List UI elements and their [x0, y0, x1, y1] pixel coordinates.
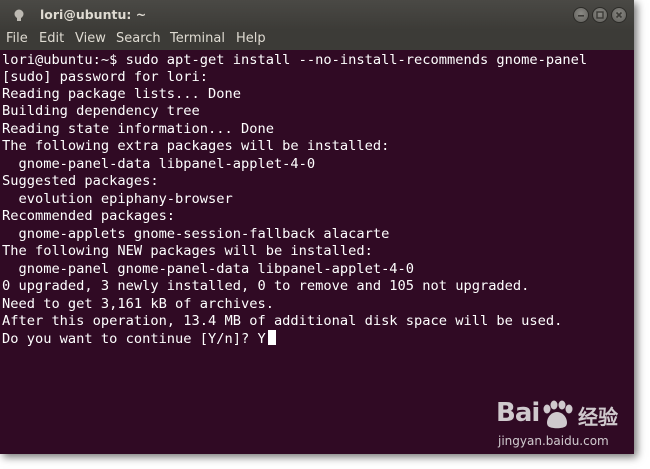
menu-file[interactable]: File [6, 31, 28, 46]
close-button[interactable] [611, 7, 627, 23]
terminal-prompt-line: Do you want to continue [Y/n]? Y [2, 330, 276, 348]
watermark-jingyan: 经验 [578, 405, 618, 429]
terminal-line: evolution epiphany-browser [2, 191, 233, 207]
baidu-paw-icon [543, 400, 573, 429]
watermark-url: jingyan.baidu.com [498, 434, 609, 448]
title-bar[interactable]: lori@ubuntu: ~ [0, 0, 634, 30]
watermark-brand: Bai [496, 398, 540, 428]
terminal-line: gnome-applets gnome-session-fallback ala… [2, 226, 390, 242]
terminal-line: lori@ubuntu:~$ sudo apt-get install --no… [2, 52, 588, 68]
menu-view[interactable]: View [75, 31, 106, 46]
close-icon [615, 11, 623, 19]
terminal-line: 0 upgraded, 3 newly installed, 0 to remo… [2, 278, 530, 294]
terminal-line: The following NEW packages will be insta… [2, 243, 373, 259]
terminal-line: After this operation, 13.4 MB of additio… [2, 313, 563, 329]
maximize-button[interactable] [592, 7, 608, 23]
minimize-button[interactable] [573, 7, 589, 23]
terminal-prompt-text: Do you want to continue [Y/n]? Y [2, 331, 266, 347]
terminal-line: Reading state information... Done [2, 121, 274, 137]
terminal-app-icon [14, 9, 24, 21]
menu-terminal[interactable]: Terminal [170, 31, 225, 46]
terminal-output[interactable]: lori@ubuntu:~$ sudo apt-get install --no… [0, 50, 634, 454]
terminal-line: The following extra packages will be ins… [2, 138, 390, 154]
terminal-line: Suggested packages: [2, 173, 159, 189]
text-cursor [267, 330, 276, 345]
menu-bar: File Edit View Search Terminal Help [0, 30, 634, 50]
terminal-line: Building dependency tree [2, 103, 200, 119]
terminal-window: lori@ubuntu: ~ File Edit View Search Ter… [0, 0, 634, 454]
baidu-watermark: Bai 经验 jingyan.baidu.com [496, 398, 626, 454]
terminal-line: gnome-panel gnome-panel-data libpanel-ap… [2, 261, 415, 277]
terminal-line: [sudo] password for lori: [2, 69, 209, 85]
menu-help[interactable]: Help [236, 31, 266, 46]
terminal-line: gnome-panel-data libpanel-applet-4-0 [2, 156, 316, 172]
terminal-line: Need to get 3,161 kB of archives. [2, 296, 274, 312]
menu-edit[interactable]: Edit [39, 31, 64, 46]
window-title: lori@ubuntu: ~ [40, 7, 147, 22]
terminal-line: Reading package lists... Done [2, 86, 241, 102]
terminal-line: Recommended packages: [2, 208, 176, 224]
menu-search[interactable]: Search [116, 31, 161, 46]
minimize-icon [578, 15, 584, 17]
maximize-icon [596, 11, 604, 19]
